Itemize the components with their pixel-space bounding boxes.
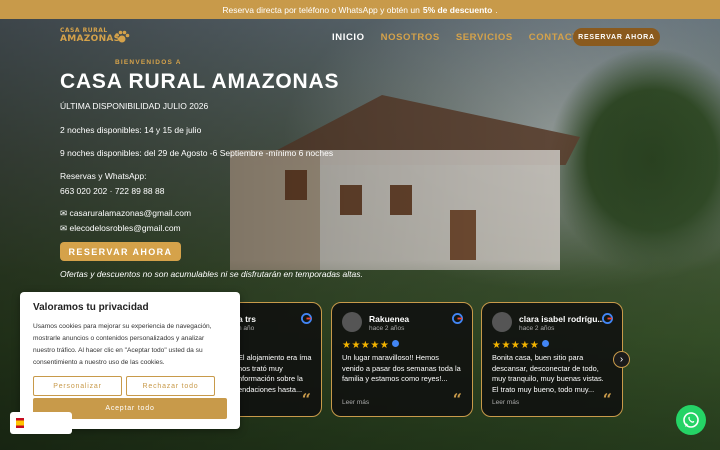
nav-menu: INICIO NOSOTROS SERVICIOS CONTACTO [332, 32, 603, 43]
nav-item-nosotros[interactable]: NOSOTROS [381, 32, 440, 43]
read-more-link[interactable]: Leer más [342, 399, 369, 406]
verified-icon [542, 340, 550, 347]
review-text: Bonita casa, buen sitio para descansar, … [492, 353, 604, 394]
review-text: El alojamiento era íma nos trató muy nfo… [238, 353, 312, 394]
promo-highlight: 5% de descuento [422, 4, 493, 15]
reviewer-name: clara isabel rodrígu... [519, 314, 604, 324]
google-icon [301, 313, 312, 324]
offers-note: Ofertas y descuentos no son acumulables … [60, 269, 363, 279]
review-date: hace 2 años [519, 325, 555, 332]
quote-icon: “ [452, 390, 462, 409]
rating-stars: ★★★★★ [492, 340, 550, 351]
availability-line2: 9 noches disponibles: del 29 de Agosto -… [60, 148, 334, 158]
paw-icon [115, 30, 130, 43]
google-icon [602, 313, 613, 324]
spain-flag-icon [16, 418, 24, 428]
avatar [342, 312, 362, 332]
logo[interactable]: CASA RURAL AMAZONAS [60, 27, 132, 49]
quote-icon: “ [602, 390, 612, 409]
hero-title: CASA RURAL AMAZONAS [60, 70, 340, 93]
reservations-label: Reservas y WhatsApp: [60, 171, 147, 181]
reject-all-button[interactable]: Rechazar todo [126, 376, 215, 396]
customize-button[interactable]: Personalizar [33, 376, 122, 396]
promo-bar: Reserva directa por teléfono o WhatsApp … [0, 0, 720, 19]
verified-icon [392, 340, 400, 347]
nav-item-inicio[interactable]: INICIO [332, 32, 365, 43]
reviews-carousel: a trs n año El alojamiento era íma nos t… [180, 302, 640, 417]
review-date: hace 2 años [369, 325, 405, 332]
reviewer-name: Rakuenea [369, 314, 410, 324]
read-more-link[interactable]: Leer más [492, 399, 519, 406]
hero-reserve-button[interactable]: RESERVAR AHORA [60, 242, 181, 261]
availability-title: ÚLTIMA DISPONIBILIDAD JULIO 2026 [60, 101, 209, 111]
email-link-1[interactable]: ✉ casaruralamazonas@gmail.com [60, 208, 191, 219]
rating-stars: ★★★★★ [342, 340, 400, 351]
nav-reserve-button[interactable]: RESERVAR AHORA [573, 28, 660, 46]
main-nav: CASA RURAL AMAZONAS INICIO NOSOTROS SERV… [0, 19, 720, 57]
language-selector[interactable] [10, 412, 72, 434]
avatar [492, 312, 512, 332]
availability-line1: 2 noches disponibles: 14 y 15 de julio [60, 125, 202, 135]
whatsapp-icon[interactable] [676, 405, 706, 435]
promo-end: . [495, 4, 498, 15]
chevron-right-icon[interactable]: › [613, 351, 630, 368]
google-icon [452, 313, 463, 324]
promo-text: Reserva directa por teléfono o WhatsApp … [222, 4, 420, 15]
whatsapp-glyph-icon [683, 412, 699, 428]
cookie-description: Usamos cookies para mejorar su experienc… [33, 323, 212, 366]
hero-eyebrow: BIENVENIDOS A [115, 59, 182, 66]
review-card[interactable]: Rakuenea hace 2 años ★★★★★ Un lugar mara… [331, 302, 473, 417]
quote-icon: “ [301, 390, 311, 409]
review-card[interactable]: clara isabel rodrígu... hace 2 años ★★★★… [481, 302, 623, 417]
review-text: Un lugar maravilloso!! Hemos venido a pa… [342, 353, 461, 383]
cookie-title: Valoramos tu privacidad [33, 302, 149, 313]
email-link-2[interactable]: ✉ elecodelosrobles@gmail.com [60, 223, 181, 234]
nav-item-servicios[interactable]: SERVICIOS [456, 32, 513, 43]
review-date: n año [238, 325, 255, 332]
cookie-consent-dialog: Valoramos tu privacidad Usamos cookies p… [20, 292, 240, 429]
phone-numbers[interactable]: 663 020 202 · 722 89 88 88 [60, 186, 164, 196]
